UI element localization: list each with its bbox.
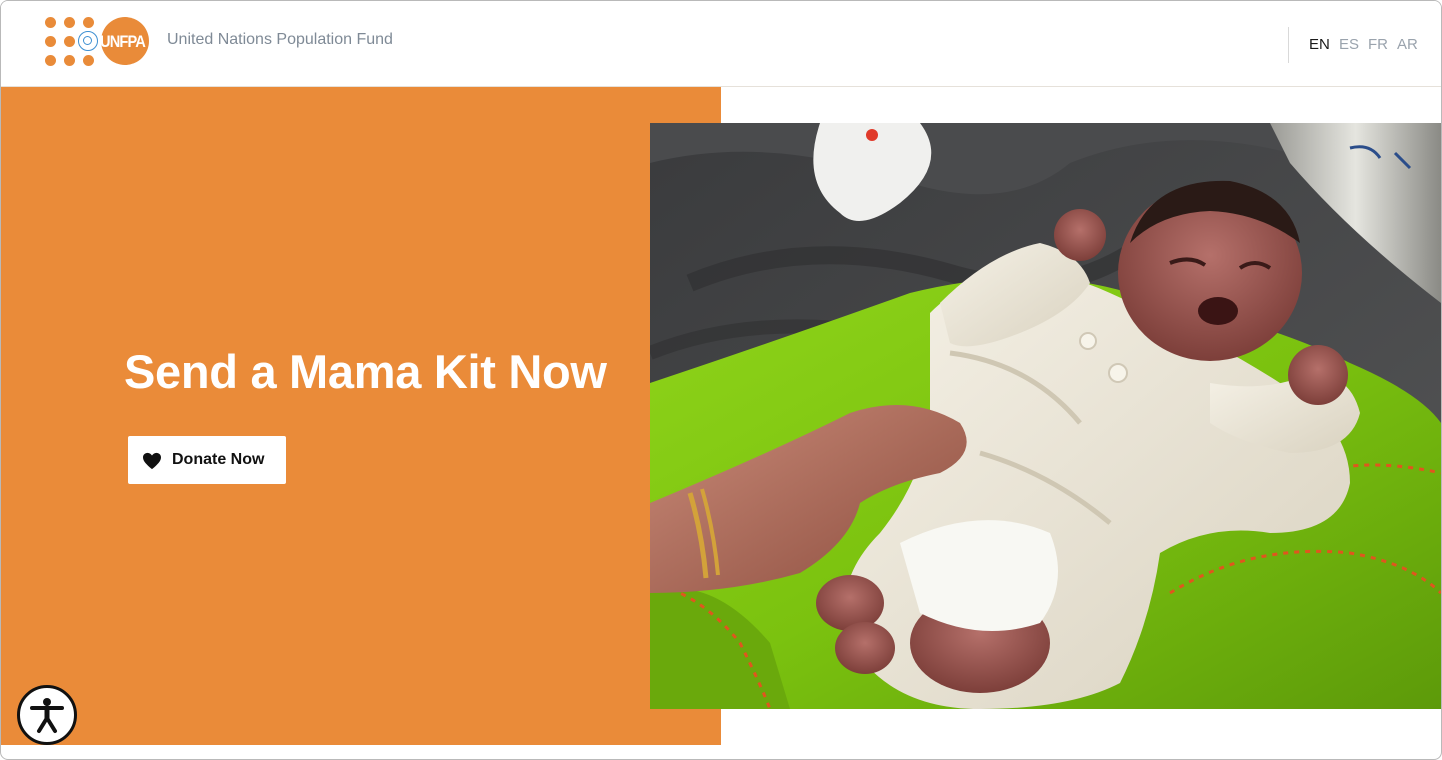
language-es[interactable]: ES xyxy=(1339,36,1359,53)
photo-illustration xyxy=(650,123,1441,709)
logo-dot xyxy=(83,55,94,66)
language-ar[interactable]: AR xyxy=(1397,36,1418,53)
logo-dot xyxy=(45,55,56,66)
logo-wordmark: UNFPA xyxy=(100,32,146,51)
donate-now-label: Donate Now xyxy=(172,451,265,468)
logo-dot xyxy=(45,17,56,28)
page-frame: UNFPA United Nations Population Fund EN … xyxy=(0,0,1442,760)
language-en[interactable]: EN xyxy=(1309,36,1330,53)
hero-panel xyxy=(1,87,721,745)
heart-icon xyxy=(143,452,161,470)
logo-dot xyxy=(45,36,56,47)
language-divider xyxy=(1288,27,1289,63)
un-emblem-icon xyxy=(78,31,98,51)
accessibility-button[interactable] xyxy=(17,685,77,745)
unfpa-logo[interactable]: UNFPA xyxy=(43,15,151,67)
accessibility-icon xyxy=(30,698,64,733)
logo-dot xyxy=(83,17,94,28)
logo-dot xyxy=(64,55,75,66)
logo-dot xyxy=(64,17,75,28)
logo-dot xyxy=(64,36,75,47)
hero-headline: Send a Mama Kit Now xyxy=(124,345,607,398)
newborn-baby-photo xyxy=(650,123,1441,709)
language-fr[interactable]: FR xyxy=(1368,36,1388,53)
org-name[interactable]: United Nations Population Fund xyxy=(167,31,393,49)
site-header: UNFPA United Nations Population Fund EN … xyxy=(1,1,1441,87)
donate-now-button[interactable]: Donate Now xyxy=(128,436,286,484)
